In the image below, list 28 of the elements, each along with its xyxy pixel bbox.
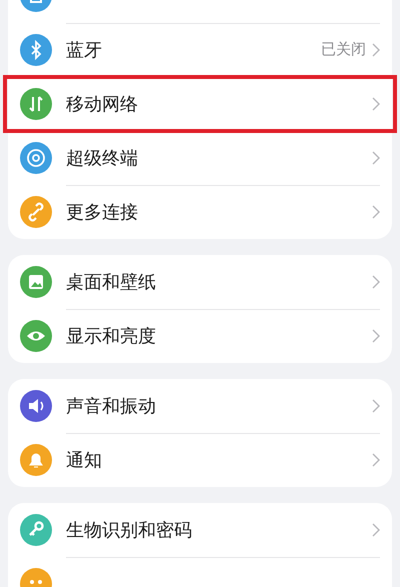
settings-row[interactable]: 蓝牙 已关闭	[8, 23, 392, 77]
setting-label: 通知	[66, 449, 103, 472]
settings-row[interactable]: 桌面和壁纸	[8, 255, 392, 309]
chevron-right-icon	[372, 205, 380, 219]
settings-row[interactable]: 显示和亮度	[8, 309, 392, 363]
setting-label: 桌面和壁纸	[66, 270, 157, 294]
setting-label: 移动网络	[66, 92, 139, 116]
chevron-right-icon	[372, 150, 380, 164]
setting-label: 显示和亮度	[66, 325, 157, 348]
settings-row[interactable]: 生物识别和密码	[8, 503, 392, 557]
setting-status: 已关闭	[321, 40, 366, 59]
settings-row[interactable]: 声音和振动	[8, 379, 392, 433]
chevron-right-icon	[372, 398, 380, 412]
chevron-right-icon	[372, 274, 380, 288]
highlighted-settings-row[interactable]: 移动网络	[5, 77, 395, 131]
chevron-right-icon	[372, 453, 380, 467]
settings-row[interactable]: 通知	[8, 433, 392, 487]
setting-label: 更多连接	[66, 201, 139, 224]
chevron-right-icon	[372, 96, 380, 110]
setting-label: 生物识别和密码	[66, 518, 193, 542]
chevron-right-icon	[372, 329, 380, 343]
chevron-right-icon	[372, 522, 380, 536]
setting-label: 蓝牙	[66, 38, 103, 62]
setting-label: 声音和振动	[66, 394, 157, 418]
setting-label: 超级终端	[66, 146, 139, 170]
settings-row[interactable]: 超级终端	[8, 131, 392, 185]
settings-row[interactable]: 更多连接	[8, 185, 392, 239]
chevron-right-icon	[372, 42, 380, 56]
